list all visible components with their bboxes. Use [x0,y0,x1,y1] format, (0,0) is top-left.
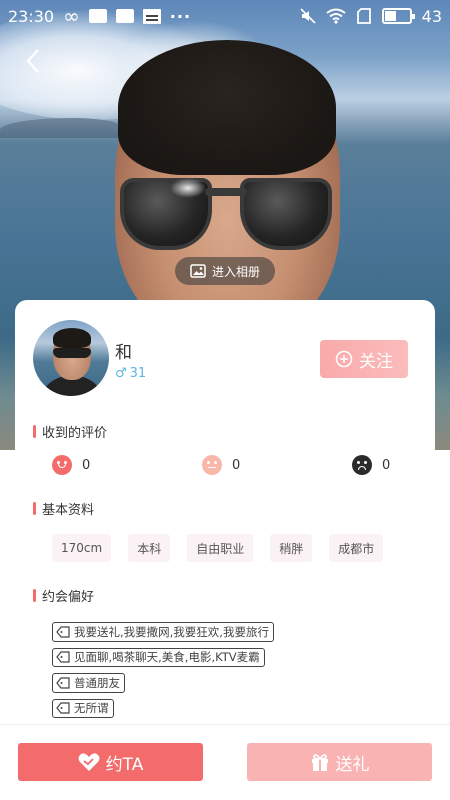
gift-button[interactable]: 送礼 [247,743,432,781]
enter-album-label: 进入相册 [211,264,260,279]
bad-face-icon [352,455,372,475]
tag-city: 成都市 [329,534,384,562]
photo-hill [0,118,120,138]
battery-level [384,11,396,21]
follow-label: 关注 [359,351,393,372]
photo-sunglasses-bridge [205,188,247,196]
enter-album-button[interactable]: 进入相册 [175,257,275,285]
rating-bad-count: 0 [382,457,391,473]
bottom-action-bar: 约TA 送礼 [0,724,450,800]
photo-album-icon [190,264,206,278]
video-icon [88,9,107,23]
reviews-title: 收到的评价 [42,426,108,441]
good-face-icon [52,455,72,475]
wifi-icon [326,8,346,24]
male-icon: ♂ [115,366,127,381]
avatar-sunglasses [53,348,91,358]
section-marker [33,589,36,602]
user-age: 31 [129,366,147,381]
tag-occupation: 自由职业 [187,534,254,562]
avatar[interactable] [33,320,109,396]
tag-icon [56,677,70,689]
gift-label: 送礼 [335,754,370,775]
tag-height: 170cm [52,534,112,562]
date-button[interactable]: 约TA [18,743,203,781]
dating-pref-section-title: 约会偏好 [33,586,94,605]
photo-sunglasses-right [240,178,332,250]
more-notifications-icon: ··· [169,6,192,26]
chevron-left-icon [26,49,39,73]
pref-text: 我要送礼,我要撒网,我要狂欢,我要旅行 [74,624,269,639]
gender-age: ♂ 31 [115,366,146,381]
rating-bad: 0 [352,455,390,475]
tag-education: 本科 [128,534,171,562]
follow-button[interactable]: 关注 [320,340,408,378]
basic-info-tags: 170cm 本科 自由职业 稍胖 成都市 [52,534,384,562]
pref-item: 见面聊,喝茶聊天,美食,电影,KTV麦霸 [52,647,265,667]
pref-text: 见面聊,喝茶聊天,美食,电影,KTV麦霸 [74,650,260,665]
basic-info-section-title: 基本资料 [33,499,94,518]
neutral-face-icon [202,455,222,475]
pref-item: 无所谓 [52,698,114,718]
sim-card-icon [356,8,371,24]
mute-icon [300,8,316,24]
rating-neutral-count: 0 [232,457,241,473]
date-label: 约TA [105,754,144,775]
tag-icon [56,702,70,714]
heart-handshake-icon [78,753,100,771]
user-name: 和 [115,343,132,363]
rating-neutral: 0 [202,455,240,475]
pref-text: 无所谓 [74,701,109,716]
photo-hair [118,40,336,175]
gift-icon [311,754,328,771]
plus-circle-icon [335,350,353,368]
section-marker [33,425,36,438]
reviews-section-title: 收到的评价 [33,422,107,441]
section-marker [33,502,36,515]
status-bar: 23:30 ∞ ··· 43 [0,0,450,32]
photo-gleam [170,178,206,198]
status-time: 23:30 [8,6,55,26]
rating-good: 0 [52,455,90,475]
pref-item: 我要送礼,我要撒网,我要狂欢,我要旅行 [52,622,274,642]
news-icon [142,8,161,24]
pref-text: 普通朋友 [74,675,120,690]
tag-icon [56,626,70,638]
dating-pref-list: 我要送礼,我要撒网,我要狂欢,我要旅行 见面聊,喝茶聊天,美食,电影,KTV麦霸… [52,622,412,718]
basic-info-title: 基本资料 [42,503,95,518]
rating-good-count: 0 [82,457,91,473]
dating-pref-title: 约会偏好 [42,590,95,605]
avatar-hair [53,328,91,348]
tag-body-type: 稍胖 [270,534,313,562]
profile-card: 和 ♂ 31 关注 收到的评价 0 0 0 基本资料 170cm 本科 自由职业… [15,300,435,730]
infinity-icon: ∞ [63,4,80,28]
back-button[interactable] [18,46,48,76]
upload-icon [115,9,134,23]
tag-icon [56,651,70,663]
battery-icon [381,8,415,24]
battery-percent: 43 [421,6,442,26]
pref-item: 普通朋友 [52,673,125,693]
